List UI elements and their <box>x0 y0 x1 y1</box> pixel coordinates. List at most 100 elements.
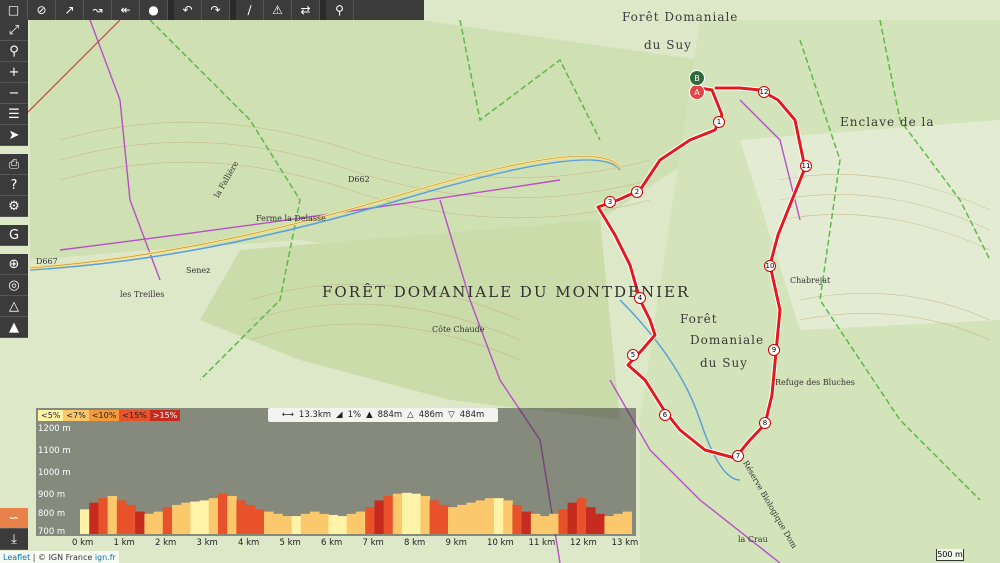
slope-legend-item: >15% <box>149 410 181 421</box>
climb-value: 486m <box>418 410 444 420</box>
elevation-bar <box>199 500 210 534</box>
x-axis-label: 9 km <box>445 538 467 548</box>
elevation-bar <box>457 504 467 534</box>
elevation-bar <box>245 504 256 534</box>
elevation-bar <box>227 495 237 534</box>
globe-icon[interactable]: ◎ <box>0 275 28 296</box>
start-marker[interactable]: A <box>689 84 705 100</box>
zoom-in-icon[interactable]: + <box>0 62 28 83</box>
elevation-bar <box>356 511 366 534</box>
elevation-chart[interactable] <box>80 422 632 534</box>
elevation-bar <box>586 507 596 534</box>
elevation-bar <box>135 511 145 534</box>
end-marker[interactable]: B <box>689 70 705 86</box>
crosshair-icon[interactable]: ⊕ <box>0 254 28 275</box>
elevation-bar <box>549 513 559 534</box>
senez-label: Senez <box>186 266 211 275</box>
elevation-profile-panel[interactable]: <5% <7% <10% <15% >15% ⟷ 13.3km ◢ 1% ▲ 8… <box>36 408 636 537</box>
fullscreen-icon[interactable]: ⤢ <box>0 20 28 41</box>
locate-icon[interactable]: ➤ <box>0 125 28 146</box>
elevation-bar <box>503 500 513 534</box>
x-axis-labels: 0 km 1 km 2 km 3 km 4 km 5 km 6 km 7 km 8 km 9 km… <box>36 538 638 550</box>
hike-icon[interactable]: ▲ <box>0 317 28 338</box>
forest-label-suy-mid-3: du Suy <box>700 356 748 370</box>
elevation-bar <box>512 504 522 534</box>
elevation-bar <box>273 513 283 534</box>
ferme-delasse-label: Ferme la Delasse <box>256 214 326 223</box>
elevation-bar <box>540 516 550 534</box>
elevation-bar <box>208 498 219 534</box>
elevation-bar <box>604 516 614 534</box>
scale-bar: 500 m <box>936 549 964 561</box>
elevation-bar <box>411 493 421 534</box>
x-axis-label: 10 km <box>487 538 514 548</box>
split-icon[interactable]: ⚠ <box>264 0 292 20</box>
help-icon[interactable]: ? <box>0 175 28 196</box>
route-icon[interactable]: ↝ <box>84 0 112 20</box>
elevation-bar <box>89 502 99 534</box>
elevation-bar <box>448 507 458 534</box>
reverse-icon[interactable]: ⇄ <box>292 0 320 20</box>
x-axis-label: 11 km <box>528 538 556 548</box>
x-axis-label: 1 km <box>113 538 135 548</box>
elevation-bar <box>107 495 118 534</box>
route-stats: ⟷ 13.3km ◢ 1% ▲ 884m △ 486m ▽ 484m <box>268 408 498 422</box>
x-axis-label: 5 km <box>279 538 301 548</box>
km-marker: 4 <box>634 292 646 304</box>
x-axis-label: 6 km <box>321 538 343 548</box>
km-marker: 3 <box>604 196 616 208</box>
distance-value: 13.3km <box>298 410 332 420</box>
slope-legend-item: <5% <box>38 410 64 421</box>
elevation-bar <box>567 502 578 534</box>
hide-icon[interactable]: ⊘ <box>28 0 56 20</box>
elevation-bar <box>282 516 292 534</box>
node-icon[interactable]: ∕ <box>236 0 264 20</box>
hiking-route-icon[interactable]: ↞ <box>112 0 140 20</box>
elevation-bar <box>300 513 311 534</box>
elevation-bar <box>365 507 375 534</box>
road-d667-label: D667 <box>36 257 58 266</box>
draw-line-icon[interactable]: ↗ <box>56 0 84 20</box>
elevation-bar <box>530 513 541 534</box>
zoom-search-icon[interactable]: ⚲ <box>0 41 28 62</box>
zoom-out-icon[interactable]: − <box>0 83 28 104</box>
left-toolbar: ⤢ ⚲ + − ☰ ➤ ⎙ ? ⚙ G ⊕ ◎ △ ▲ ∽ ⤓ <box>0 20 28 550</box>
undo-icon[interactable]: ↶ <box>174 0 202 20</box>
la-crau-label: la Crau <box>738 535 768 544</box>
elevation-bar <box>264 511 274 534</box>
leaflet-link[interactable]: Leaflet <box>3 553 30 562</box>
elevation-bar <box>383 495 394 534</box>
distance-icon: ⟷ <box>281 410 294 420</box>
bike-route-icon[interactable]: ● <box>140 0 168 20</box>
terrain-icon[interactable]: △ <box>0 296 28 317</box>
elevation-bar <box>494 498 504 534</box>
waypoint-icon[interactable]: ⚲ <box>326 0 354 20</box>
map-attribution: Leaflet | © IGN France ign.fr <box>0 551 119 563</box>
km-marker: 5 <box>627 349 639 361</box>
elevation-bar <box>319 513 329 534</box>
layers-icon[interactable]: ☰ <box>0 104 28 125</box>
x-axis-label: 4 km <box>238 538 260 548</box>
elevation-icon[interactable]: ∽ <box>0 508 28 529</box>
settings-icon[interactable]: ⚙ <box>0 196 28 217</box>
ign-link[interactable]: ign.fr <box>95 553 116 562</box>
download-icon[interactable]: ⤓ <box>0 529 28 550</box>
elevation-bar <box>190 501 200 534</box>
top-toolbar: □ ⊘ ↗ ↝ ↞ ● ↶ ↷ ∕ ⚠ ⇄ ⚲ <box>0 0 424 20</box>
slope-legend-item: <10% <box>88 410 120 421</box>
elevation-bar <box>429 500 440 534</box>
elevation-bar <box>392 493 403 534</box>
x-axis-label: 3 km <box>196 538 218 548</box>
y-axis-label: 1100 m <box>38 446 71 456</box>
slope-value: 1% <box>347 410 362 420</box>
elevation-bar <box>80 509 90 534</box>
elevation-bar <box>558 509 568 534</box>
slope-legend: <5% <7% <10% <15% >15% <box>38 410 181 421</box>
km-marker: 1 <box>713 116 725 128</box>
x-axis-label: 8 km <box>404 538 426 548</box>
select-icon[interactable]: □ <box>0 0 28 20</box>
redo-icon[interactable]: ↷ <box>202 0 230 20</box>
elevation-bar <box>310 511 320 534</box>
google-icon[interactable]: G <box>0 225 28 246</box>
print-icon[interactable]: ⎙ <box>0 154 28 175</box>
